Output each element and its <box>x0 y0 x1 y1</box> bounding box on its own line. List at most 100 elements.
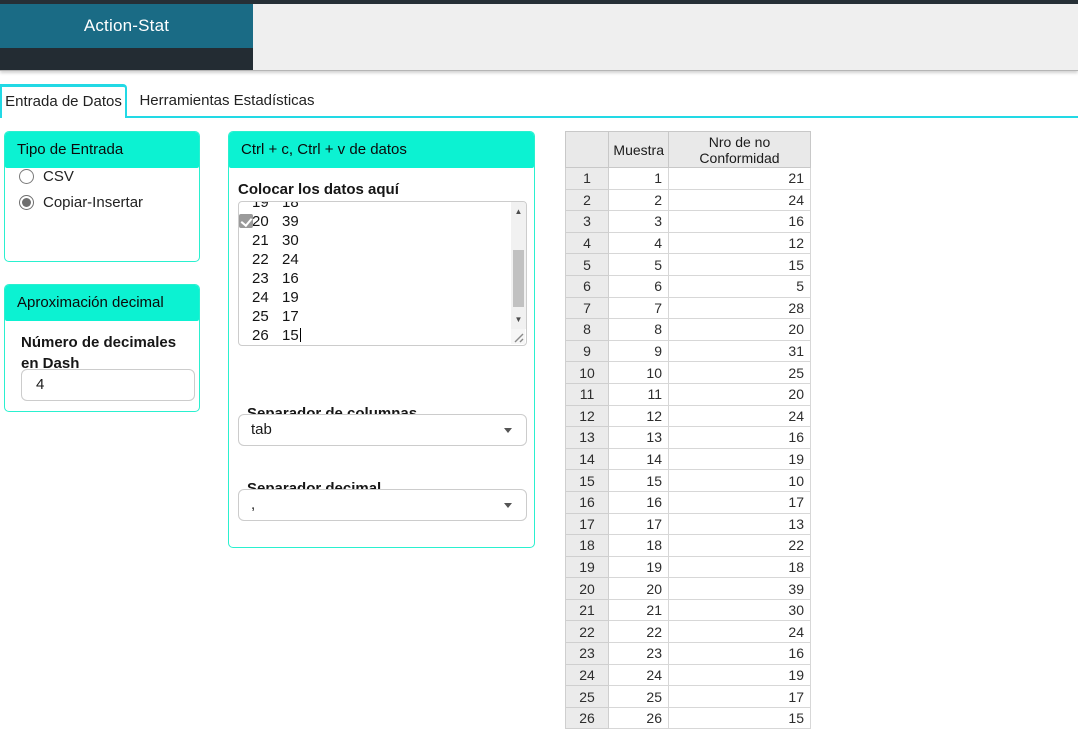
muestra-cell: 17 <box>608 512 669 536</box>
muestra-cell: 21 <box>608 598 669 622</box>
nro-no-conformidad-cell: 18 <box>668 555 811 579</box>
textarea-scrollbar[interactable]: ▲ ▼ <box>511 202 526 329</box>
row-index-cell: 22 <box>565 620 609 644</box>
table-row: 25 25 17 <box>565 685 811 708</box>
radio-option-copiar-insertar[interactable]: Copiar-Insertar <box>19 194 199 211</box>
nro-no-conformidad-cell: 21 <box>668 167 811 190</box>
radio-icon[interactable] <box>19 195 34 210</box>
table-row: 1 1 21 <box>565 167 811 190</box>
nro-no-conformidad-cell: 19 <box>668 447 811 471</box>
table-row: 9 9 31 <box>565 339 811 363</box>
row-index-cell: 20 <box>565 577 609 600</box>
nro-no-conformidad-cell: 39 <box>668 577 811 600</box>
column-separator-select[interactable]: tab <box>238 414 527 446</box>
nro-no-conformidad-cell: 13 <box>668 512 811 536</box>
radio-label-csv: CSV <box>43 168 74 185</box>
row-index-cell: 9 <box>565 339 609 363</box>
resize-grip-icon[interactable] <box>511 329 525 344</box>
tab-entrada-de-datos[interactable]: Entrada de Datos <box>0 84 127 118</box>
muestra-cell: 11 <box>608 382 669 406</box>
scroll-down-icon[interactable]: ▼ <box>511 312 526 327</box>
table-header: Muestra Nro de no Conformidad <box>565 131 811 168</box>
muestra-cell: 2 <box>608 188 669 212</box>
table-row: 665 <box>565 274 811 298</box>
nro-no-conformidad-cell: 24 <box>668 404 811 428</box>
decimal-separator-select[interactable]: , <box>238 489 527 521</box>
paste-area-label: Colocar los datos aquí <box>238 181 399 198</box>
nro-no-conformidad-cell: 15 <box>668 706 811 729</box>
table-row: 17 17 13 <box>565 512 811 536</box>
nro-no-conformidad-cell: 16 <box>668 642 811 665</box>
muestra-cell: 25 <box>608 685 669 708</box>
nro-no-conformidad-cell: 31 <box>668 339 811 363</box>
row-index-cell: 3 <box>565 210 609 233</box>
table-row: 3 3 16 <box>565 210 811 233</box>
table-header-index <box>565 131 609 168</box>
pasted-data-line: 26 15 <box>252 327 301 344</box>
row-index-cell: 23 <box>565 642 609 665</box>
scroll-up-icon[interactable]: ▲ <box>511 204 526 219</box>
top-navbar: Action-Stat <box>0 0 1078 71</box>
nro-no-conformidad-cell: 15 <box>668 253 811 276</box>
muestra-cell: 19 <box>608 555 669 579</box>
tab-bar: Entrada de Datos Herramientas Estadístic… <box>0 84 1078 118</box>
muestra-cell: 7 <box>608 296 669 320</box>
decimals-input[interactable]: 4 <box>21 369 195 401</box>
nro-no-conformidad-cell: 22 <box>668 534 811 557</box>
row-index-cell: 21 <box>565 598 609 622</box>
muestra-cell: 4 <box>608 231 669 255</box>
decimal-separator-value: , <box>251 496 256 513</box>
nro-no-conformidad-cell: 28 <box>668 296 811 320</box>
muestra-cell: 20 <box>608 577 669 600</box>
radio-label-copiar-insertar: Copiar-Insertar <box>43 194 144 211</box>
data-table: Muestra Nro de no Conformidad 1 1 21 2 2 24 3 3… <box>565 131 811 729</box>
scrollbar-thumb[interactable] <box>513 250 524 307</box>
table-header-muestra: Muestra <box>608 131 669 168</box>
nro-no-conformidad-cell: 10 <box>668 469 811 492</box>
table-row: 19 19 18 <box>565 555 811 579</box>
row-index-cell: 2 <box>565 188 609 212</box>
pasted-data-line: 22 24 <box>252 251 299 268</box>
table-row: 16 16 17 <box>565 490 811 514</box>
nro-no-conformidad-cell: 24 <box>668 620 811 644</box>
muestra-cell: 13 <box>608 426 669 449</box>
app-title: Action-Stat <box>0 4 253 48</box>
table-row: 21 21 30 <box>565 598 811 622</box>
muestra-cell: 22 <box>608 620 669 644</box>
row-index-cell: 25 <box>565 685 609 708</box>
paste-data-textarea[interactable]: 19 18 20 39 21 30 22 24 23 16 24 19 25 17 26 15 ▲ ▼ <box>238 201 527 346</box>
nro-no-conformidad-cell: 12 <box>668 231 811 255</box>
row-index-cell: 12 <box>565 404 609 428</box>
table-row: 15 15 10 <box>565 469 811 492</box>
muestra-cell: 24 <box>608 663 669 687</box>
nro-no-conformidad-cell: 20 <box>668 382 811 406</box>
muestra-cell: 16 <box>608 490 669 514</box>
column-name-checkbox[interactable] <box>239 213 253 228</box>
muestra-cell: 1 <box>608 167 669 190</box>
nro-no-conformidad-cell: 5 <box>668 274 811 298</box>
row-index-cell: 24 <box>565 663 609 687</box>
tab-herramientas-estadisticas[interactable]: Herramientas Estadísticas <box>127 84 327 118</box>
app-window: Action-Stat Entrada de Datos Herramienta… <box>0 0 1078 729</box>
paste-panel-title: Ctrl + c, Ctrl + v de datos <box>229 132 534 168</box>
pasted-data-line: 24 19 <box>252 289 299 306</box>
table-body: 1 1 21 2 2 24 3 3 16 4 4 12 5 5 15 6 6 5 7 7 28 8 8 20 9 9 31 10 10 2… <box>565 167 811 729</box>
row-index-cell: 6 <box>565 274 609 298</box>
radio-option-csv[interactable]: CSV <box>19 168 199 185</box>
nro-no-conformidad-cell: 24 <box>668 188 811 212</box>
muestra-cell: 10 <box>608 361 669 384</box>
row-index-cell: 18 <box>565 534 609 557</box>
muestra-cell: 6 <box>608 274 669 298</box>
table-row: 4 4 12 <box>565 231 811 255</box>
table-row: 14 14 19 <box>565 447 811 471</box>
table-row: 10 10 25 <box>565 361 811 384</box>
nro-no-conformidad-cell: 17 <box>668 490 811 514</box>
table-row: 12 12 24 <box>565 404 811 428</box>
decimals-field-label: Número de decimales en Dash <box>21 334 177 372</box>
nro-no-conformidad-cell: 17 <box>668 685 811 708</box>
muestra-cell: 18 <box>608 534 669 557</box>
table-row: 18 18 22 <box>565 534 811 557</box>
row-index-cell: 14 <box>565 447 609 471</box>
radio-icon[interactable] <box>19 169 34 184</box>
table-row: 7 7 28 <box>565 296 811 320</box>
